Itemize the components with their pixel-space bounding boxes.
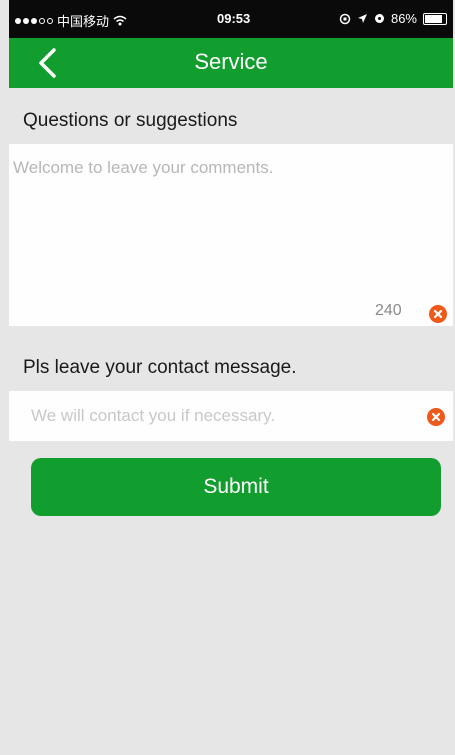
feedback-label-text: Questions or suggestions: [23, 110, 238, 131]
comments-placeholder: Welcome to leave your comments.: [13, 158, 274, 177]
contact-input[interactable]: We will contact you if necessary.: [9, 391, 453, 441]
carrier-name: 中国移动: [57, 14, 110, 29]
app-screen: 中国移动 09:53 86% Service Questions or sugg…: [9, 0, 453, 755]
page-title: Service: [194, 49, 268, 74]
contact-placeholder: We will contact you if necessary.: [31, 406, 276, 425]
carrier-group: 中国移动: [15, 11, 127, 30]
submit-button[interactable]: Submit: [31, 458, 441, 516]
comments-textarea[interactable]: Welcome to leave your comments. 240: [9, 144, 453, 326]
feedback-section-label: Questions or suggestions: [9, 98, 453, 143]
orientation-lock-icon: [339, 13, 351, 24]
battery-icon: [423, 12, 447, 25]
status-indicators: 86%: [339, 11, 447, 26]
signal-strength-icon: [15, 17, 53, 24]
contact-section-label: Pls leave your contact message.: [9, 345, 453, 390]
clear-comments-button[interactable]: [429, 305, 447, 323]
location-icon: [357, 14, 367, 23]
navigation-bar: Service: [9, 38, 453, 88]
contact-label-text: Pls leave your contact message.: [23, 357, 297, 378]
wifi-icon: [113, 15, 127, 26]
status-bar: 中国移动 09:53 86%: [9, 0, 453, 38]
status-time: 09:53: [217, 11, 251, 26]
clear-contact-button[interactable]: [427, 408, 445, 426]
battery-percent: 86%: [390, 11, 417, 26]
character-counter: 240: [375, 302, 402, 319]
clear-icon: [433, 309, 443, 319]
alarm-icon: [374, 14, 384, 23]
clear-icon: [431, 412, 441, 422]
